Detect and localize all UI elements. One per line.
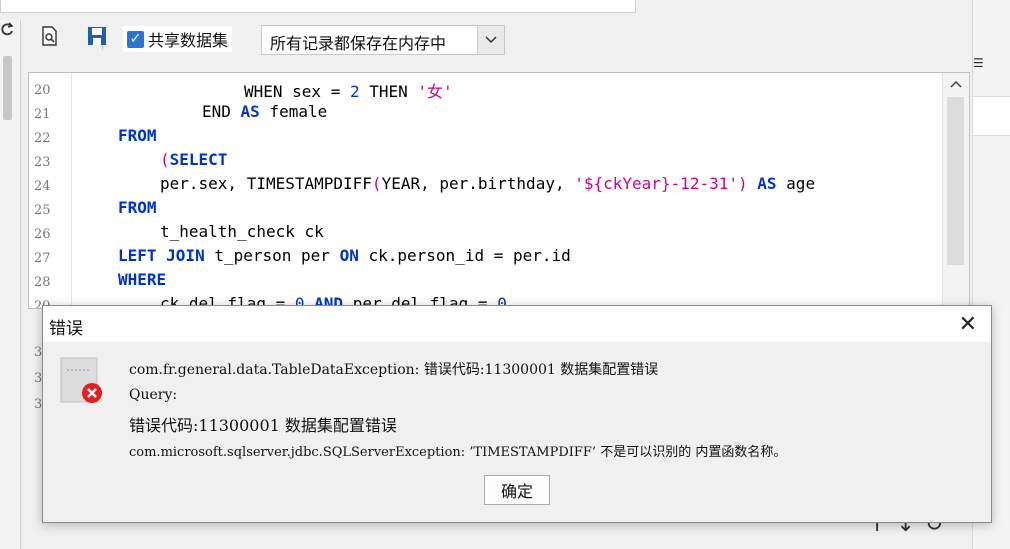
line-number: 24: [34, 179, 51, 194]
share-dataset-checkbox[interactable]: ✓ 共享数据集: [123, 26, 233, 52]
error-icon: [59, 356, 103, 406]
code-token: t_health_check ck: [160, 222, 324, 241]
line-number: 27: [34, 251, 51, 266]
line-number-gutter: 20 21 22 23 24 25 26 27 28 29: [29, 73, 72, 308]
code-line-21: END AS female: [202, 102, 327, 121]
error-dialog: 错误 ✕ com.fr.general.data.TableDataExcept…: [42, 305, 992, 523]
code-token: ON: [339, 246, 359, 265]
save-button[interactable]: [85, 26, 109, 50]
sql-editor[interactable]: 20 21 22 23 24 25 26 27 28 29 WHEN sex =…: [28, 72, 970, 309]
code-token: AS: [757, 174, 777, 193]
dataset-toolbar: ✓ 共享数据集 所有记录都保存在内存中: [28, 22, 968, 56]
code-line-25: FROM: [118, 198, 157, 217]
code-token: age: [786, 174, 816, 193]
close-icon[interactable]: ✕: [959, 312, 977, 337]
refresh-icon[interactable]: [0, 22, 14, 42]
code-line-22: FROM: [118, 126, 157, 145]
dialog-title-bar: 错误 ✕: [43, 306, 991, 342]
line-number: 22: [34, 131, 51, 146]
save-icon: [87, 26, 107, 50]
code-token: per.sex, TIMESTAMPDIFF: [160, 174, 372, 193]
code-token: LEFT JOIN: [118, 246, 205, 265]
code-line-28: WHERE: [118, 270, 166, 289]
error-message-line: 错误代码:11300001 数据集配置错误: [129, 416, 397, 435]
code-token: '女': [417, 82, 453, 101]
line-number: 21: [34, 107, 51, 122]
code-token: WHERE: [118, 270, 167, 289]
code-line-26: t_health_check ck: [160, 222, 324, 241]
checkbox-checked-icon: ✓: [127, 30, 144, 48]
panel-toggle-icon[interactable]: ☰: [973, 56, 984, 70]
code-line-20: WHEN sex = 2 THEN '女': [244, 78, 453, 102]
code-token: END: [202, 102, 231, 121]
line-number: 26: [34, 227, 51, 242]
line-number: 28: [34, 275, 51, 290]
code-token: 2: [349, 82, 360, 101]
code-line-24: per.sex, TIMESTAMPDIFF(YEAR, per.birthda…: [160, 174, 815, 193]
error-message-line: com.fr.general.data.TableDataException: …: [129, 362, 659, 378]
code-token: (: [371, 174, 382, 193]
code-token: ck.person_id = per.id: [368, 246, 571, 265]
scroll-up-icon[interactable]: [950, 77, 962, 91]
code-line-23: (SELECT: [160, 150, 227, 169]
right-panel-tab[interactable]: [973, 96, 1010, 136]
ok-button[interactable]: 确定: [484, 475, 550, 505]
code-token: female: [269, 102, 328, 121]
dialog-title: 错误: [49, 319, 83, 339]
code-token: FROM: [118, 126, 157, 145]
memory-mode-value: 所有记录都保存在内存中: [270, 34, 447, 53]
code-token: YEAR, per.birthday,: [381, 174, 575, 193]
line-number: 23: [34, 155, 51, 170]
memory-mode-select[interactable]: 所有记录都保存在内存中: [261, 25, 505, 55]
chevron-down-icon[interactable]: [477, 26, 504, 54]
code-line-27: LEFT JOIN t_person per ON ck.person_id =…: [118, 246, 571, 265]
preview-icon: [41, 26, 59, 50]
error-message-line: com.microsoft.sqlserver.jdbc.SQLServerEx…: [129, 445, 787, 460]
preview-button[interactable]: [38, 26, 62, 50]
code-token: SELECT: [169, 150, 228, 169]
code-token: '${ckYear}-12-31': [574, 174, 738, 193]
code-token: (: [160, 150, 170, 169]
code-token: ): [737, 174, 748, 193]
code-token: FROM: [118, 198, 157, 217]
top-input-area[interactable]: [0, 0, 636, 13]
code-token: AS: [240, 102, 260, 121]
left-scrollbar[interactable]: [3, 56, 12, 120]
error-message-line: Query:: [129, 387, 178, 403]
code-token: THEN: [369, 82, 408, 101]
line-number: 20: [34, 83, 51, 98]
editor-scrollbar[interactable]: [942, 73, 969, 308]
scrollbar-thumb[interactable]: [947, 97, 964, 265]
line-number: 25: [34, 203, 51, 218]
share-dataset-label: 共享数据集: [148, 31, 229, 50]
code-token: WHEN: [244, 82, 283, 101]
left-panel: [0, 20, 21, 549]
code-token: sex =: [282, 82, 350, 101]
code-token: t_person per: [214, 246, 330, 265]
